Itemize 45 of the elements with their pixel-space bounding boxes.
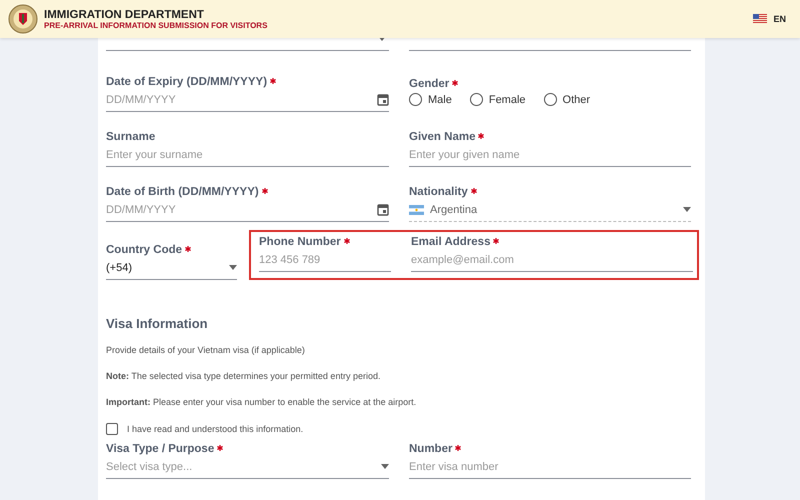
date-field[interactable]: DD/MM/YYYY	[106, 201, 389, 222]
field-label: Email Address	[411, 236, 490, 248]
field-label: Phone Number	[259, 236, 341, 248]
calendar-icon	[377, 203, 389, 216]
field-label: Date of Birth (DD/MM/YYYY)	[106, 186, 259, 198]
phone-field[interactable]: 123 456 789	[259, 251, 391, 272]
field-label: Nationality	[409, 186, 468, 198]
text-field[interactable]: Enter visa number	[409, 458, 691, 479]
section-title: Visa Information	[106, 316, 209, 331]
field-label: Visa Type / Purpose	[106, 443, 214, 455]
flag-icon	[409, 204, 424, 214]
radio-option[interactable]: Other	[544, 93, 590, 106]
emblem-logo	[8, 4, 38, 34]
info-text: Note: The selected visa type determines your permitted entry period.	[106, 371, 382, 381]
country-code-select[interactable]: (+54)	[106, 259, 237, 280]
dropdown-caret-icon	[381, 464, 389, 469]
department-title: IMMIGRATION DEPARTMENT	[44, 8, 205, 20]
checkbox-label: I have read and understood this information.	[127, 424, 304, 434]
email-field[interactable]: example@email.com	[411, 251, 693, 272]
text-field[interactable]: Enter your surname	[106, 146, 389, 167]
radio-option[interactable]: Female	[470, 93, 526, 106]
dropdown-caret-icon	[683, 207, 691, 212]
header-subtitle: PRE-ARRIVAL INFORMATION SUBMISSION FOR VISITORS	[44, 20, 268, 30]
flag-icon	[753, 14, 768, 24]
radio-option[interactable]: Male	[409, 93, 452, 106]
dropdown-caret-icon	[229, 265, 237, 270]
field-label: Surname	[106, 131, 156, 143]
dropdown-caret-icon	[378, 36, 386, 41]
select-field[interactable]: Select visa type...	[106, 458, 389, 479]
field-label: Gender	[409, 78, 450, 90]
radio-button[interactable]	[544, 93, 557, 106]
text-field[interactable]: Enter your given name	[409, 146, 691, 167]
checkbox[interactable]	[106, 423, 118, 435]
field-label: Given Name	[409, 131, 476, 143]
info-text: Important: Please enter your visa number to enable the service at the airport.	[106, 397, 418, 407]
language-selector[interactable]: EN	[773, 14, 786, 24]
date-field[interactable]: DD/MM/YYYY	[106, 91, 389, 112]
info-text: Provide details of your Vietnam visa (if applicable)	[106, 345, 306, 355]
field-label: Date of Expiry (DD/MM/YYYY)	[106, 76, 268, 88]
field-label: Country Code	[106, 244, 182, 256]
radio-button[interactable]	[409, 93, 422, 106]
calendar-icon	[377, 93, 389, 106]
nationality-select[interactable]: Argentina	[409, 201, 691, 222]
radio-button[interactable]	[470, 93, 483, 106]
field-label: Number	[409, 443, 452, 455]
